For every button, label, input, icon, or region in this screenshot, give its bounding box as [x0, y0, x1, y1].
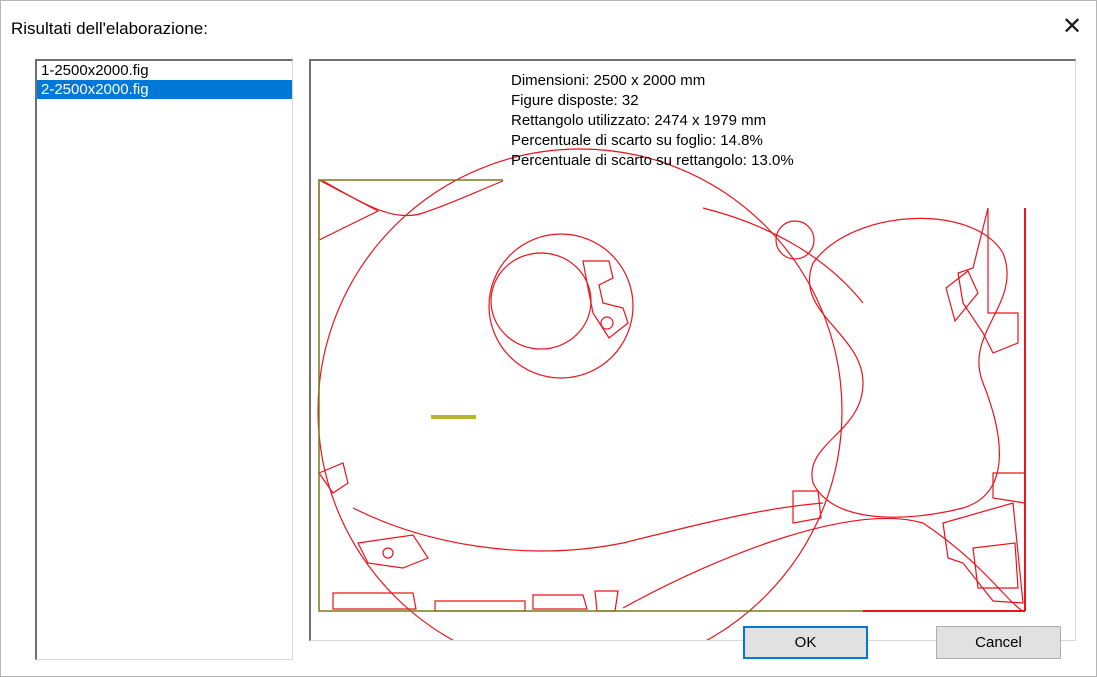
- waste-rect-text: Percentuale di scarto su rettangolo: 13.…: [511, 152, 794, 169]
- list-item[interactable]: 1-2500x2000.fig: [37, 61, 292, 80]
- nesting-preview: Dimensioni: 2500 x 2000 mm Figure dispos…: [309, 59, 1076, 641]
- small-hole-part: [382, 547, 394, 559]
- bottom-bar-part: [332, 592, 417, 610]
- close-icon[interactable]: ✕: [1059, 15, 1085, 39]
- bottom-bracket-part: [594, 590, 619, 612]
- rectangle-text: Rettangolo utilizzato: 2474 x 1979 mm: [511, 112, 767, 129]
- left-lower-part: [318, 462, 349, 494]
- hole-part: [600, 316, 614, 330]
- corner-part: [318, 179, 380, 241]
- sheet-border: [318, 179, 1025, 612]
- file-list[interactable]: 1-2500x2000.fig 2-2500x2000.fig: [35, 59, 293, 660]
- tiny-part: [431, 415, 476, 419]
- results-info: Dimensioni: 2500 x 2000 mm Figure dispos…: [511, 71, 794, 171]
- ellipse-part: [490, 252, 592, 350]
- dimensions-text: Dimensioni: 2500 x 2000 mm: [511, 72, 706, 89]
- ok-button[interactable]: OK: [743, 626, 868, 659]
- bottom-bar2-part: [434, 600, 526, 612]
- list-item-selected[interactable]: 2-2500x2000.fig: [37, 80, 292, 99]
- bracket-part: [582, 260, 629, 339]
- waste-sheet-text: Percentuale di scarto su foglio: 14.8%: [511, 132, 763, 149]
- bottom-arc-part: [622, 517, 1024, 612]
- mid-bracket-part: [792, 490, 822, 524]
- bracket-right-part: [957, 207, 1019, 354]
- arc-part: [702, 207, 864, 304]
- results-dialog: Risultati dell'elaborazione: ✕ 1-2500x20…: [0, 0, 1097, 677]
- bottom-bar3-part: [532, 594, 588, 610]
- cancel-button[interactable]: Cancel: [936, 626, 1061, 659]
- right-edge-part: [992, 472, 1026, 504]
- small-circle-part: [488, 233, 634, 379]
- right-edge2-part: [972, 542, 1019, 589]
- figures-text: Figure disposte: 32: [511, 92, 639, 109]
- kidney-part: [808, 217, 1008, 518]
- corner-arc-part: [322, 180, 504, 217]
- bottom-arc2-part: [352, 502, 824, 552]
- dialog-title: Risultati dell'elaborazione:: [11, 19, 208, 38]
